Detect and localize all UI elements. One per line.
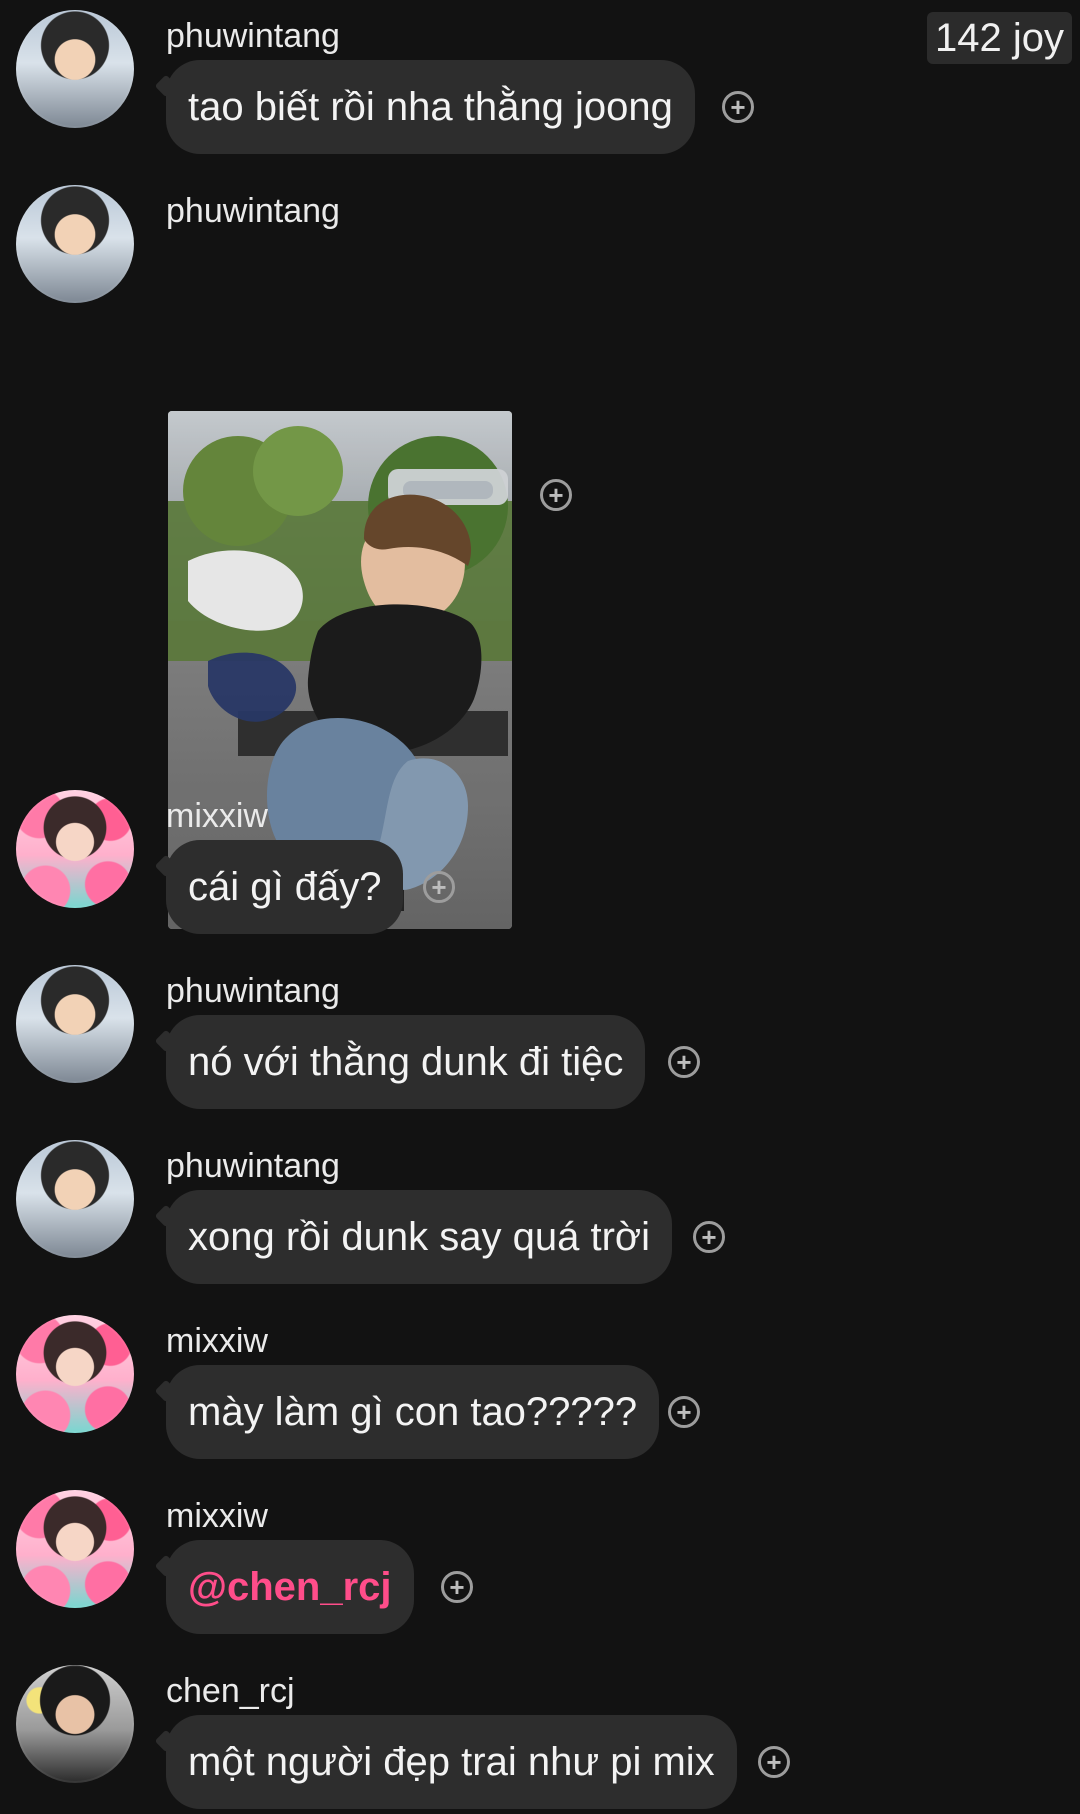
message-row: mixxiw mày làm gì con tao????? + xyxy=(0,1305,1080,1475)
plus-circle-icon[interactable]: + xyxy=(668,1396,700,1428)
message-bubble[interactable]: mày làm gì con tao????? xyxy=(166,1365,660,1459)
username[interactable]: mixxiw xyxy=(166,797,268,835)
avatar[interactable] xyxy=(16,185,134,303)
username[interactable]: phuwintang xyxy=(166,17,340,55)
username[interactable]: phuwintang xyxy=(166,972,340,1010)
avatar[interactable] xyxy=(16,1490,134,1608)
message-bubble[interactable]: xong rồi dunk say quá trời xyxy=(166,1190,673,1284)
message-row: mixxiw cái gì đấy? + xyxy=(0,780,1080,950)
message-row: phuwintang xong rồi dunk say quá trời + xyxy=(0,1130,1080,1300)
username[interactable]: mixxiw xyxy=(166,1322,268,1360)
username[interactable]: phuwintang xyxy=(166,1147,340,1185)
mention[interactable]: @chen_rcj xyxy=(188,1567,392,1607)
message-row: mixxiw @chen_rcj + xyxy=(0,1480,1080,1650)
message-bubble[interactable]: @chen_rcj xyxy=(166,1540,414,1634)
username[interactable]: mixxiw xyxy=(166,1497,268,1535)
message-row: phuwintang + xyxy=(0,175,1080,929)
username[interactable]: chen_rcj xyxy=(166,1672,295,1710)
avatar[interactable] xyxy=(16,1665,134,1783)
avatar[interactable] xyxy=(16,1140,134,1258)
username[interactable]: phuwintang xyxy=(166,192,340,230)
message-bubble[interactable]: nó với thằng dunk đi tiệc xyxy=(166,1015,646,1109)
message-bubble[interactable]: cái gì đấy? xyxy=(166,840,404,934)
message-row: phuwintang tao biết rồi nha thằng joong … xyxy=(0,0,1080,170)
avatar[interactable] xyxy=(16,965,134,1083)
avatar[interactable] xyxy=(16,1315,134,1433)
plus-circle-icon[interactable]: + xyxy=(722,91,754,123)
plus-circle-icon[interactable]: + xyxy=(693,1221,725,1253)
avatar[interactable] xyxy=(16,10,134,128)
message-row: chen_rcj một người đẹp trai như pi mix + xyxy=(0,1655,1080,1814)
plus-circle-icon[interactable]: + xyxy=(540,479,572,511)
message-row: phuwintang nó với thằng dunk đi tiệc + xyxy=(0,955,1080,1125)
plus-circle-icon[interactable]: + xyxy=(758,1746,790,1778)
plus-circle-icon[interactable]: + xyxy=(441,1571,473,1603)
message-bubble[interactable]: một người đẹp trai như pi mix xyxy=(166,1715,737,1809)
message-bubble[interactable]: tao biết rồi nha thằng joong xyxy=(166,60,695,154)
plus-circle-icon[interactable]: + xyxy=(668,1046,700,1078)
plus-circle-icon[interactable]: + xyxy=(423,871,455,903)
avatar[interactable] xyxy=(16,790,134,908)
